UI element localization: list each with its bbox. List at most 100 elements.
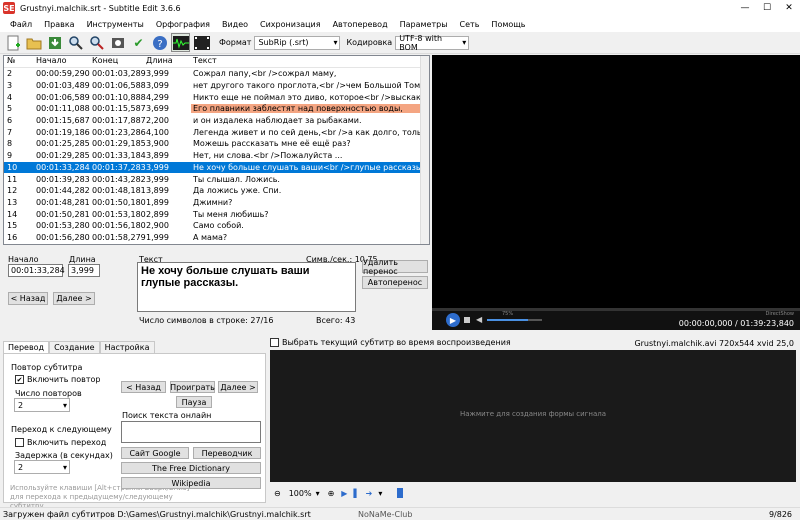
remove-break-button[interactable]: Удалить перенос <box>362 258 428 276</box>
translate-forward-button[interactable]: Далее > <box>218 381 258 393</box>
prev-button[interactable]: < Назад <box>8 292 48 305</box>
menu-tools[interactable]: Инструменты <box>87 20 144 29</box>
video-player[interactable]: ▶ ◀ 75% DirectShow 00:00:00,000 / 01:39:… <box>432 55 800 330</box>
table-row[interactable]: 7 00:01:19,186 00:01:23,286 4,100 Легенда жи… <box>4 126 429 138</box>
tab-adjust[interactable]: Настройка <box>99 341 155 353</box>
tab-create[interactable]: Создание <box>49 341 100 353</box>
help-icon[interactable]: ? <box>150 33 169 52</box>
menu-video[interactable]: Видео <box>222 20 248 29</box>
cell-duration: 3,899 <box>146 151 169 161</box>
repeat-checkbox[interactable]: ✔ Включить повтор <box>15 375 100 384</box>
repeat-group-label: Повтор субтитра <box>11 363 83 372</box>
total-chars-label: Всего: 43 <box>316 316 356 325</box>
replace-icon[interactable] <box>87 33 106 52</box>
table-row[interactable]: 6 00:01:15,687 00:01:17,887 2,200 и он издал… <box>4 115 429 127</box>
subtitle-text-box[interactable]: Не хочу больше слушать ваши глупые расск… <box>137 262 356 312</box>
waveform-area[interactable]: Нажмите для создания формы сигнала <box>270 350 796 482</box>
volume-slider[interactable] <box>487 319 542 321</box>
pause-button[interactable]: Пауза <box>176 396 212 408</box>
translator-button[interactable]: Переводчик <box>193 447 261 459</box>
select-current-checkbox[interactable]: Выбрать текущий субтитр во время воспрои… <box>270 338 511 347</box>
wikipedia-button[interactable]: Wikipedia <box>121 477 261 489</box>
col-number[interactable]: № <box>4 56 34 67</box>
start-time-input[interactable]: 00:01:33,284 <box>8 264 65 277</box>
waveform-toggle-icon[interactable] <box>171 33 190 52</box>
table-row[interactable]: 8 00:01:25,285 00:01:29,185 3,900 Можешь рас… <box>4 138 429 150</box>
marker-icon[interactable]: ▌ <box>353 489 359 498</box>
zoom-out-icon[interactable]: ⊖ <box>274 489 281 498</box>
grid-scrollbar[interactable] <box>420 56 429 244</box>
free-dictionary-button[interactable]: The Free Dictionary <box>121 462 261 474</box>
chevron-down-icon: ▾ <box>333 38 338 47</box>
skip-back-icon[interactable]: ▶ <box>341 489 347 498</box>
menu-edit[interactable]: Правка <box>44 20 74 29</box>
close-icon[interactable]: ✕ <box>778 3 800 13</box>
translate-back-button[interactable]: < Назад <box>121 381 166 393</box>
menu-network[interactable]: Сеть <box>460 20 480 29</box>
arrow-icon[interactable]: ➔ <box>366 489 373 498</box>
stop-icon[interactable] <box>464 317 470 323</box>
menu-options[interactable]: Параметры <box>400 20 448 29</box>
table-row[interactable]: 13 00:01:48,281 00:01:50,180 1,899 Джимни? <box>4 197 429 209</box>
table-row[interactable]: 2 00:00:59,290 00:01:03,289 3,999 Сожрал пап… <box>4 68 429 80</box>
menu-spellcheck[interactable]: Орфография <box>156 20 210 29</box>
col-start[interactable]: Начало <box>34 56 90 67</box>
visual-sync-icon[interactable] <box>108 33 127 52</box>
col-text[interactable]: Текст <box>191 56 423 67</box>
video-file-info: Grustnyi.malchik.avi 720x544 xvid 25,0 <box>634 339 794 348</box>
next-button[interactable]: Далее > <box>53 292 95 305</box>
table-row[interactable]: 5 00:01:11,088 00:01:15,587 3,699 Его плавни… <box>4 103 429 115</box>
table-row[interactable]: 11 00:01:39,283 00:01:43,282 3,999 Ты слышал… <box>4 173 429 185</box>
encoding-select[interactable]: UTF-8 with BOM ▾ <box>395 33 470 52</box>
maximize-icon[interactable]: ☐ <box>756 3 778 13</box>
search-online-input[interactable] <box>121 421 261 443</box>
table-row[interactable]: 4 00:01:06,589 00:01:10,888 4,299 Никто еще … <box>4 91 429 103</box>
subtitle-grid[interactable]: № Начало Конец Длина Текст 2 00:00:59,290… <box>3 55 430 245</box>
app-icon: SE <box>3 2 15 14</box>
encoding-value: UTF-8 with BOM <box>399 33 443 52</box>
delay-select[interactable]: 2 ▾ <box>14 460 70 474</box>
repeat-count-select[interactable]: 2 ▾ <box>14 398 70 412</box>
cell-text: Никто еще не поймал это диво, которое<br… <box>193 92 423 102</box>
minimize-icon[interactable]: — <box>734 3 756 13</box>
table-row[interactable]: 15 00:01:53,280 00:01:56,180 2,900 Само собо… <box>4 220 429 232</box>
menu-autotranslate[interactable]: Автоперевод <box>333 20 388 29</box>
zoom-in-icon[interactable]: ⊕ <box>328 489 335 498</box>
table-row[interactable]: 10 00:01:33,284 00:01:37,283 3,999 Не хочу б… <box>4 161 429 174</box>
play-icon[interactable]: ▶ <box>446 313 460 327</box>
next-checkbox[interactable]: Включить переход <box>15 438 106 447</box>
zoom-value[interactable]: 100% <box>289 489 312 498</box>
volume-icon[interactable]: ◀ <box>476 315 482 324</box>
google-button[interactable]: Сайт Google <box>121 447 189 459</box>
auto-break-button[interactable]: Автоперенос <box>362 276 428 289</box>
tab-translate[interactable]: Перевод <box>3 341 50 353</box>
position-slider[interactable] <box>397 488 404 498</box>
menu-sync[interactable]: Сихронизация <box>260 20 321 29</box>
table-row[interactable]: 14 00:01:50,281 00:01:53,180 2,899 Ты меня л… <box>4 208 429 220</box>
title-bar: SE Grustnyi.malchik.srt - Subtitle Edit … <box>0 0 800 16</box>
col-end[interactable]: Конец <box>90 56 144 67</box>
format-select[interactable]: SubRip (.srt) ▾ <box>254 35 341 50</box>
duration-input[interactable]: 3,999 <box>68 264 100 277</box>
table-row[interactable]: 3 00:01:03,489 00:01:06,588 3,099 нет другог… <box>4 80 429 92</box>
grid-body: 2 00:00:59,290 00:01:03,289 3,999 Сожрал пап… <box>4 68 429 243</box>
table-row[interactable]: 12 00:01:44,282 00:01:48,181 3,899 Да ложись… <box>4 185 429 197</box>
tab-strip: Перевод Создание Настройка <box>3 341 155 353</box>
new-file-icon[interactable] <box>3 33 22 52</box>
video-toggle-icon[interactable] <box>192 33 211 52</box>
col-duration[interactable]: Длина <box>144 56 191 67</box>
save-icon[interactable] <box>45 33 64 52</box>
seek-bar[interactable] <box>432 308 800 311</box>
table-row[interactable]: 16 00:01:56,280 00:01:58,279 1,999 А мама? <box>4 232 429 244</box>
spellcheck-icon[interactable]: ✔ <box>129 33 148 52</box>
chevron-down-icon: ▾ <box>62 462 67 472</box>
table-row[interactable]: 9 00:01:29,285 00:01:33,184 3,899 Нет, ни сл… <box>4 150 429 162</box>
cell-text: Его плавники заблестят над поверхностью … <box>191 104 423 114</box>
open-folder-icon[interactable] <box>24 33 43 52</box>
cell-duration: 3,899 <box>146 186 169 196</box>
find-icon[interactable] <box>66 33 85 52</box>
menu-help[interactable]: Помощь <box>491 20 525 29</box>
menu-file[interactable]: Файл <box>10 20 32 29</box>
select-current-label: Выбрать текущий субтитр во время воспрои… <box>282 338 511 347</box>
translate-play-button[interactable]: Проиграть <box>170 381 215 393</box>
